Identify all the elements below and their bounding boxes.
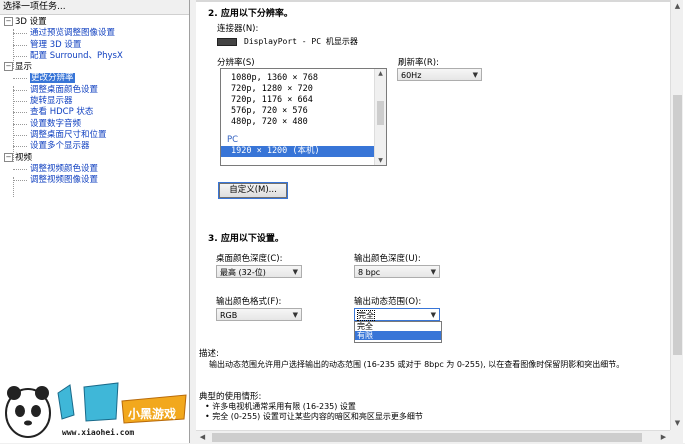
chevron-down-icon: ▼: [430, 268, 436, 276]
desktop-color-depth-select[interactable]: 最高 (32-位) ▼: [216, 265, 302, 278]
output-dynamic-range-select[interactable]: 完全 ▼: [354, 308, 440, 321]
task-configure-surround-physx[interactable]: 配置 Surround、PhysX: [0, 51, 189, 62]
output-color-depth-select[interactable]: 8 bpc ▼: [354, 265, 440, 278]
chevron-down-icon: ▼: [292, 268, 298, 276]
task-manage-3d-settings[interactable]: 管理 3D 设置: [0, 40, 189, 51]
main-horizontal-scrollbar[interactable]: ◀ ▶: [196, 430, 670, 444]
list-item-selected[interactable]: 1920 × 1200 (本机): [221, 146, 374, 157]
description-title: 描述:: [199, 349, 219, 359]
list-item[interactable]: 576p, 720 × 576: [221, 106, 386, 117]
collapse-icon[interactable]: −: [4, 62, 13, 72]
description-text: 输出动态范围允许用户选择输出的动态范围 (16-235 或对于 8bpc 为 0…: [209, 360, 625, 369]
usage-item: • 完全 (0-255) 设置可让某些内容的暗区和亮区显示更多细节: [205, 412, 423, 421]
output-dynamic-range-label: 输出动态范围(O):: [354, 297, 422, 307]
scroll-down-icon[interactable]: ▼: [375, 156, 386, 165]
scroll-thumb[interactable]: [377, 101, 384, 125]
category-display[interactable]: − 显示: [0, 62, 189, 73]
task-rotate-display[interactable]: 旋转显示器: [0, 96, 189, 107]
chevron-down-icon: ▼: [292, 311, 298, 319]
custom-resolution-button[interactable]: 自定义(M)...: [218, 182, 288, 199]
task-tree-header: 选择一项任务...: [0, 0, 189, 15]
refresh-rate-label: 刷新率(R):: [398, 58, 439, 68]
scroll-up-icon[interactable]: ▲: [375, 69, 386, 78]
scroll-thumb[interactable]: [673, 95, 682, 355]
list-item[interactable]: 720p, 1280 × 720: [221, 84, 386, 95]
refresh-rate-select[interactable]: 60Hz ▼: [397, 68, 482, 81]
task-set-multiple-displays[interactable]: 设置多个显示器: [0, 141, 189, 152]
category-video[interactable]: − 视频: [0, 152, 189, 164]
resolution-listbox[interactable]: 1080p, 1360 × 768 720p, 1280 × 720 720p,…: [220, 68, 387, 166]
scroll-left-icon[interactable]: ◀: [196, 431, 209, 444]
list-item[interactable]: 480p, 720 × 480: [221, 117, 386, 128]
task-tree: −3D 设置 通过预览调整图像设置 管理 3D 设置 配置 Surround、P…: [0, 15, 189, 197]
desktop-color-depth-label: 桌面颜色深度(C):: [216, 254, 283, 264]
output-color-depth-label: 输出颜色深度(U):: [354, 254, 421, 264]
list-group-pc: PC: [227, 135, 239, 145]
dropdown-option-limited[interactable]: 有限: [355, 331, 441, 340]
connector-label: 连接器(N):: [217, 24, 259, 34]
output-color-format-label: 输出颜色格式(F):: [216, 297, 282, 307]
task-adjust-video-color[interactable]: 调整视频颜色设置: [0, 164, 189, 175]
list-item[interactable]: 720p, 1176 × 664: [221, 95, 386, 106]
watermark-url: www.xiaohei.com: [62, 428, 135, 437]
list-item[interactable]: 1080p, 1360 × 768: [221, 73, 386, 84]
category-3d-settings[interactable]: −3D 设置: [0, 17, 189, 28]
task-set-digital-audio[interactable]: 设置数字音频: [0, 119, 189, 130]
task-adjust-desktop-color[interactable]: 调整桌面颜色设置: [0, 85, 189, 96]
task-view-hdcp-status[interactable]: 查看 HDCP 状态: [0, 107, 189, 118]
watermark-text: 小黑游戏: [128, 407, 177, 421]
dynamic-range-dropdown[interactable]: 完全 有限: [354, 321, 442, 343]
task-adjust-video-image[interactable]: 调整视频图像设置: [0, 175, 189, 186]
resolution-label: 分辨率(S): [217, 58, 255, 68]
chevron-down-icon: ▼: [472, 71, 478, 79]
dropdown-option-full[interactable]: 完全: [355, 322, 441, 331]
scroll-right-icon[interactable]: ▶: [657, 431, 670, 444]
section-2-title: 2. 应用以下分辨率。: [208, 9, 293, 19]
task-adjust-desktop-size[interactable]: 调整桌面尺寸和位置: [0, 130, 189, 141]
collapse-icon[interactable]: −: [4, 152, 13, 162]
listbox-scrollbar[interactable]: ▲ ▼: [374, 69, 386, 165]
task-preview-image-settings[interactable]: 通过预览调整图像设置: [0, 28, 189, 39]
monitor-icon: [217, 38, 237, 46]
connector-value: DisplayPort - PC 机显示器: [244, 37, 358, 46]
task-change-resolution[interactable]: 更改分辨率: [0, 73, 189, 84]
output-color-format-select[interactable]: RGB ▼: [216, 308, 302, 321]
scroll-thumb[interactable]: [212, 433, 642, 442]
section-3-title: 3. 应用以下设置。: [208, 234, 284, 244]
main-vertical-scrollbar[interactable]: ▲ ▼: [670, 0, 684, 430]
collapse-icon[interactable]: −: [4, 17, 13, 26]
